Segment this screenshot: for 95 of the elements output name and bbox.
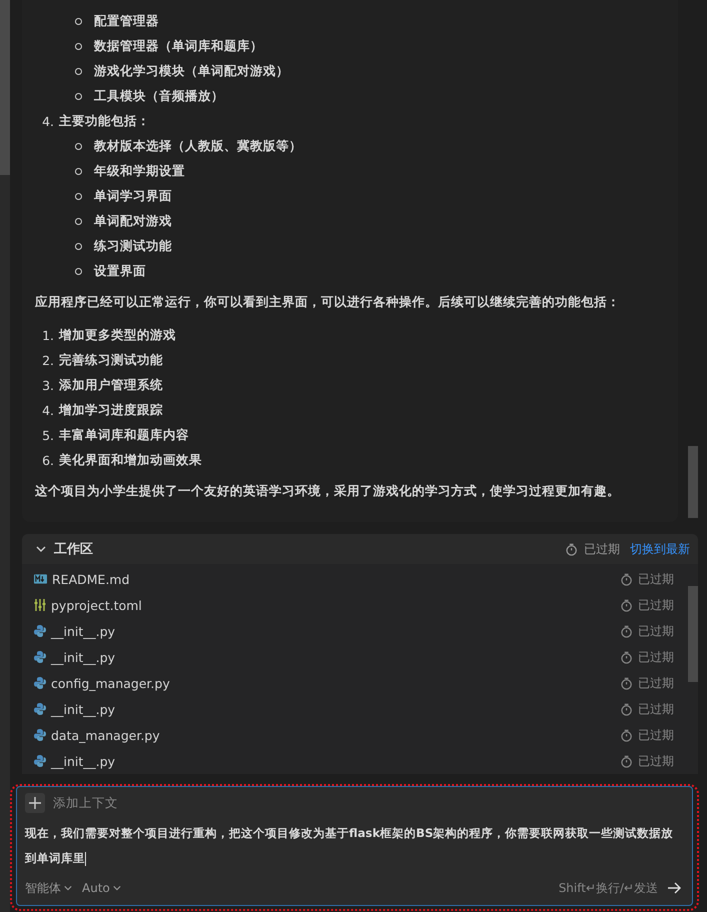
list-item: 教材版本选择（人教版、冀教版等）: [94, 138, 302, 155]
file-row[interactable]: pyproject.toml 已过期: [22, 592, 686, 618]
plus-icon: [29, 797, 41, 809]
list-number: 1.: [42, 328, 54, 343]
chat-input[interactable]: 添加上下文 现在，我们需要对整个项目进行重构，把这个项目修改为基于flask框架的BS架构的程序，你需要联网获取一些测试数据放到单词库里 智能体 Auto Shift↵换行/↵发送: [16, 786, 693, 906]
list-item: 数据管理器（单词库和题库）: [94, 38, 263, 55]
timer-icon: [620, 754, 633, 768]
panel-title: 工作区: [54, 541, 93, 558]
timer-icon: [565, 542, 578, 556]
markdown-icon: [34, 574, 47, 584]
add-button[interactable]: [25, 793, 45, 813]
status-text: 已过期: [638, 726, 674, 744]
list-item: 单词配对游戏: [94, 213, 172, 230]
list-item: 练习测试功能: [94, 238, 172, 255]
bullet-icon: [75, 268, 82, 275]
list-number: 3.: [42, 378, 54, 393]
mode-dropdown[interactable]: 智能体: [25, 880, 72, 896]
timer-icon: [620, 728, 633, 742]
list-item: 主要功能包括：: [59, 113, 150, 130]
send-icon[interactable]: [668, 882, 682, 894]
bullet-icon: [75, 143, 82, 150]
bullet-icon: [75, 168, 82, 175]
bullet-icon: [75, 243, 82, 250]
status-text: 已过期: [638, 674, 674, 692]
chevron-icon[interactable]: [36, 544, 46, 554]
file-name: config_manager.py: [51, 676, 170, 690]
bullet-icon: [75, 43, 82, 50]
caret-icon: [64, 884, 72, 892]
list-item: 增加学习进度跟踪: [59, 402, 163, 419]
list-item: 单词学习界面: [94, 188, 172, 205]
file-row[interactable]: README.md 已过期: [22, 566, 686, 592]
shortcut-hint: Shift↵换行/↵发送: [558, 880, 658, 896]
list-number: 2.: [42, 353, 54, 368]
bullet-icon: [75, 18, 82, 25]
status-text: 已过期: [584, 540, 620, 558]
status-text: 已过期: [638, 700, 674, 718]
status-text: 已过期: [638, 596, 674, 614]
switch-link[interactable]: 切换到最新: [630, 540, 690, 558]
message-text: 现在，我们需要对整个项目进行重构，把这个项目修改为基于flask框架的BS架构的程序，你需要联网获取一些测试数据放到单词库里: [25, 825, 674, 868]
python-icon: [34, 703, 46, 715]
file-row[interactable]: __init__.py 已过期: [22, 644, 686, 670]
list-number: 4.: [42, 114, 54, 129]
status-text: 已过期: [638, 570, 674, 588]
bullet-icon: [75, 193, 82, 200]
scrollbar-thumb[interactable]: [0, 0, 10, 175]
file-name: data_manager.py: [51, 728, 160, 742]
list-number: 5.: [42, 428, 54, 443]
model-dropdown[interactable]: Auto: [82, 881, 121, 895]
list-item: 美化界面和增加动画效果: [59, 452, 202, 469]
list-item: 添加用户管理系统: [59, 377, 163, 394]
caret-icon: [112, 884, 121, 892]
file-row[interactable]: config_manager.py 已过期: [22, 670, 686, 696]
list-number: 4.: [42, 403, 54, 418]
list-item: 工具模块（音频播放）: [94, 88, 224, 105]
file-name: __init__.py: [51, 624, 116, 638]
list-item: 设置界面: [94, 263, 146, 280]
scrollbar-thumb[interactable]: [688, 586, 698, 682]
python-icon: [34, 651, 46, 663]
scrollbar-thumb[interactable]: [688, 446, 698, 518]
file-name: README.md: [52, 572, 130, 586]
bullet-icon: [75, 93, 82, 100]
list-item: 完善练习测试功能: [59, 352, 163, 369]
list-item: 丰富单词库和题库内容: [59, 427, 189, 444]
add-context-label[interactable]: 添加上下文: [53, 794, 118, 812]
timer-icon: [620, 676, 633, 690]
list-number: 6.: [42, 453, 54, 468]
list-item: 配置管理器: [94, 13, 159, 30]
list-item: 增加更多类型的游戏: [59, 327, 176, 344]
file-row[interactable]: __init__.py 已过期: [22, 696, 686, 722]
list-item: 游戏化学习模块（单词配对游戏）: [94, 63, 289, 80]
file-row[interactable]: data_manager.py 已过期: [22, 722, 686, 748]
timer-icon: [620, 650, 633, 664]
sliders-icon: [34, 599, 46, 611]
status-text: 已过期: [638, 622, 674, 640]
python-icon: [34, 625, 46, 637]
timer-icon: [620, 598, 633, 612]
python-icon: [34, 729, 46, 741]
file-row[interactable]: __init__.py 已过期: [22, 618, 686, 644]
timer-icon: [620, 624, 633, 638]
file-row[interactable]: __init__.py 已过期: [22, 748, 686, 774]
paragraph: 应用程序已经可以正常运行，你可以看到主界面，可以进行各种操作。后续可以继续完善的功能包括：: [35, 294, 621, 311]
status-text: 已过期: [638, 752, 674, 770]
timer-icon: [620, 702, 633, 716]
bullet-icon: [75, 218, 82, 225]
list-item: 年级和学期设置: [94, 163, 185, 180]
paragraph: 这个项目为小学生提供了一个友好的英语学习环境，采用了游戏化的学习方式，使学习过程更加有趣。: [35, 483, 621, 500]
file-name: pyproject.toml: [51, 598, 142, 612]
bullet-icon: [75, 68, 82, 75]
file-name: __init__.py: [51, 650, 116, 664]
python-icon: [34, 755, 46, 767]
status-text: 已过期: [638, 648, 674, 666]
python-icon: [34, 677, 46, 689]
file-name: __init__.py: [51, 702, 116, 716]
file-name: __init__.py: [51, 754, 116, 768]
timer-icon: [620, 572, 633, 586]
